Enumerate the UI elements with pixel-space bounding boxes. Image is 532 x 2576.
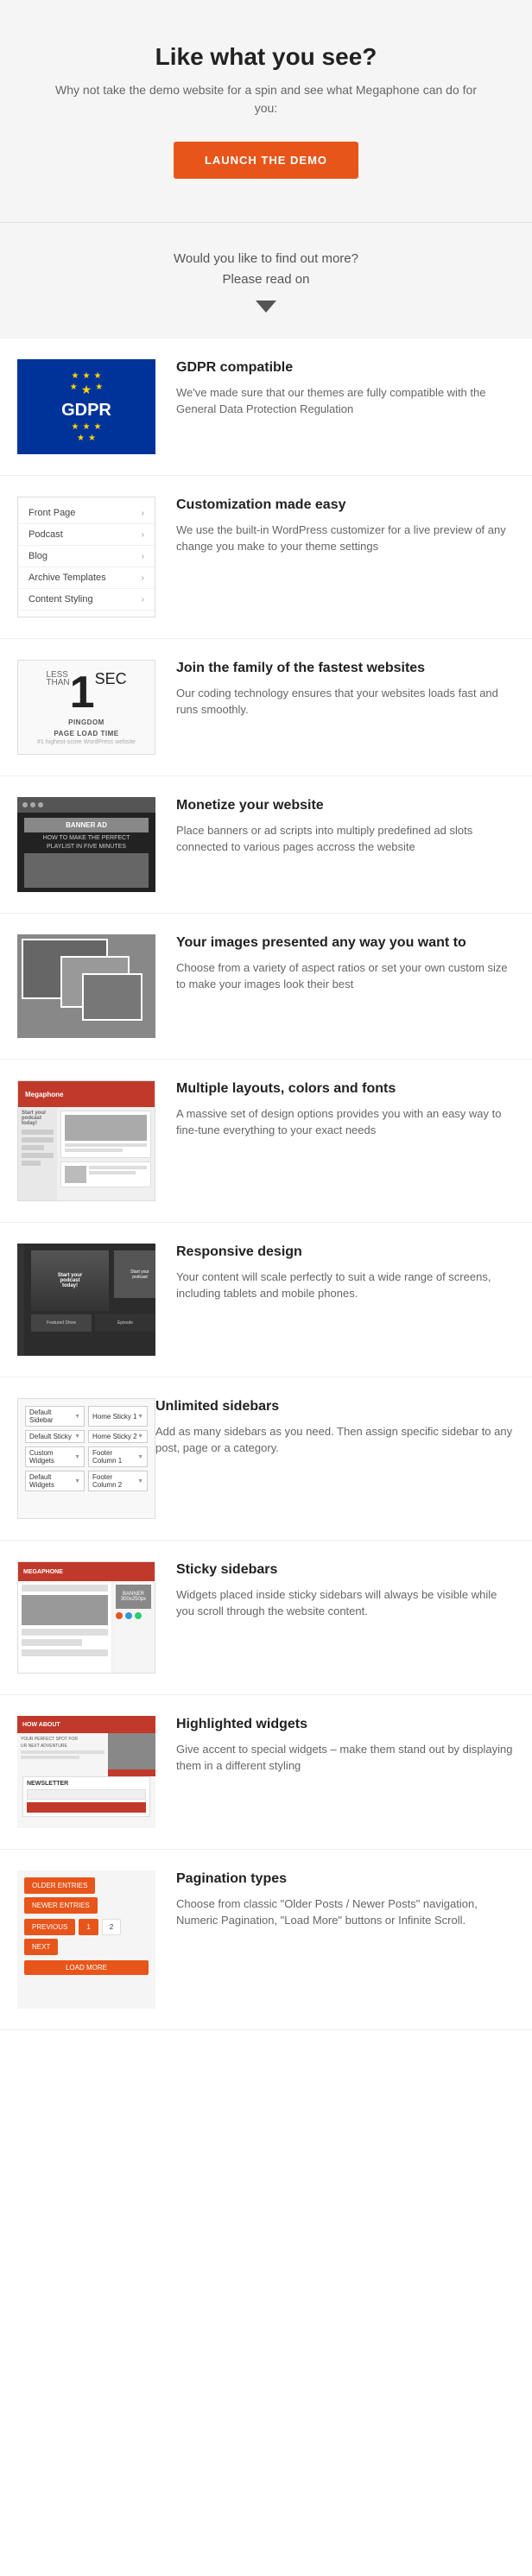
gdpr-image: ★★★ ★★★ GDPR ★★★ ★★: [17, 359, 155, 454]
pagination-text: Pagination types Choose from classic "Ol…: [176, 1870, 515, 1929]
responsive-title: Responsive design: [176, 1244, 515, 1262]
read-on-section: Would you like to find out more? Please …: [0, 222, 532, 339]
layouts-description: A massive set of design options provides…: [176, 1105, 515, 1139]
fastest-title: Join the family of the fastest websites: [176, 660, 515, 678]
customization-description: We use the built-in WordPress customizer…: [176, 522, 515, 555]
fastest-text: Join the family of the fastest websites …: [176, 660, 515, 718]
sticky-description: Widgets placed inside sticky sidebars wi…: [176, 1586, 515, 1620]
images-title: Your images presented any way you want t…: [176, 934, 515, 953]
images-feature-image: [17, 934, 155, 1038]
widgets-title: Highlighted widgets: [176, 1716, 515, 1734]
hero-section: Like what you see? Why not take the demo…: [0, 0, 532, 222]
responsive-description: Your content will scale perfectly to sui…: [176, 1269, 515, 1302]
sidebars-text: Unlimited sidebars Add as many sidebars …: [155, 1398, 515, 1457]
images-description: Choose from a variety of aspect ratios o…: [176, 959, 515, 993]
feature-responsive: Start yourpodcasttoday! Start yourpodcas…: [0, 1223, 532, 1377]
read-on-line1: Would you like to find out more? Please …: [52, 249, 480, 290]
fastest-description: Our coding technology ensures that your …: [176, 685, 515, 718]
menu-item-archive: Archive Templates ›: [18, 567, 155, 589]
hero-title: Like what you see?: [52, 43, 480, 71]
monetize-text: Monetize your website Place banners or a…: [176, 797, 515, 856]
pingdom-image: LESS THAN 1 SEC PINGDOM PAGE LOAD TIME #…: [17, 660, 155, 755]
menu-item-frontpage: Front Page ›: [18, 503, 155, 524]
monetize-title: Monetize your website: [176, 797, 515, 815]
images-text: Your images presented any way you want t…: [176, 934, 515, 993]
widgets-image: HOW ABOUT YOUR PERFECT SPOT FOR UR NEXT …: [17, 1716, 155, 1828]
feature-pagination: OLDER ENTRIES NEWER ENTRIES PREVIOUS 1 2…: [0, 1850, 532, 2030]
widgets-description: Give accent to special widgets – make th…: [176, 1741, 515, 1775]
sticky-title: Sticky sidebars: [176, 1561, 515, 1579]
pagination-image: OLDER ENTRIES NEWER ENTRIES PREVIOUS 1 2…: [17, 1870, 155, 2009]
menu-item-content: Content Styling ›: [18, 589, 155, 611]
sidebars-description: Add as many sidebars as you need. Then a…: [155, 1423, 515, 1457]
feature-monetize: BANNER AD HOW TO MAKE THE PERFECT PLAYLI…: [0, 776, 532, 914]
feature-gdpr: ★★★ ★★★ GDPR ★★★ ★★ GDPR compatible We'v…: [0, 339, 532, 476]
hero-description: Why not take the demo website for a spin…: [52, 81, 480, 117]
widgets-text: Highlighted widgets Give accent to speci…: [176, 1716, 515, 1775]
feature-fastest: LESS THAN 1 SEC PINGDOM PAGE LOAD TIME #…: [0, 639, 532, 776]
feature-layouts: Megaphone Start yourpodcasttoday!: [0, 1060, 532, 1223]
customization-title: Customization made easy: [176, 497, 515, 515]
pagination-title: Pagination types: [176, 1870, 515, 1889]
sidebars-title: Unlimited sidebars: [155, 1398, 515, 1416]
gdpr-title: GDPR compatible: [176, 359, 515, 377]
responsive-image: Start yourpodcasttoday! Start yourpodcas…: [17, 1244, 155, 1356]
menu-item-blog: Blog ›: [18, 546, 155, 567]
gdpr-text: GDPR compatible We've made sure that our…: [176, 359, 515, 418]
layouts-image: Megaphone Start yourpodcasttoday!: [17, 1080, 155, 1201]
feature-customization: Front Page › Podcast › Blog › Archive Te…: [0, 476, 532, 639]
responsive-text: Responsive design Your content will scal…: [176, 1244, 515, 1302]
menu-item-sidebar: Sidebar & Widgets ›: [18, 611, 155, 617]
layouts-title: Multiple layouts, colors and fonts: [176, 1080, 515, 1098]
sticky-text: Sticky sidebars Widgets placed inside st…: [176, 1561, 515, 1620]
pagination-description: Choose from classic "Older Posts / Newer…: [176, 1896, 515, 1929]
customization-text: Customization made easy We use the built…: [176, 497, 515, 555]
feature-sticky: MEGAPHONE BANNER300x250px Sticky sidebar…: [0, 1541, 532, 1695]
monetize-description: Place banners or ad scripts into multipl…: [176, 822, 515, 856]
feature-sidebars: Default Sidebar ▼ Home Sticky 1 ▼ Defaul…: [0, 1377, 532, 1541]
banner-image: BANNER AD HOW TO MAKE THE PERFECT PLAYLI…: [17, 797, 155, 892]
layouts-text: Multiple layouts, colors and fonts A mas…: [176, 1080, 515, 1139]
menu-item-podcast: Podcast ›: [18, 524, 155, 546]
sidebars-image: Default Sidebar ▼ Home Sticky 1 ▼ Defaul…: [17, 1398, 155, 1519]
sticky-image: MEGAPHONE BANNER300x250px: [17, 1561, 155, 1674]
feature-widgets: HOW ABOUT YOUR PERFECT SPOT FOR UR NEXT …: [0, 1695, 532, 1850]
arrow-down-icon: [256, 301, 276, 313]
feature-images: Your images presented any way you want t…: [0, 914, 532, 1060]
gdpr-description: We've made sure that our themes are full…: [176, 384, 515, 418]
customization-image: Front Page › Podcast › Blog › Archive Te…: [17, 497, 155, 617]
launch-demo-button[interactable]: LAUNCH THE DEMO: [174, 142, 358, 179]
